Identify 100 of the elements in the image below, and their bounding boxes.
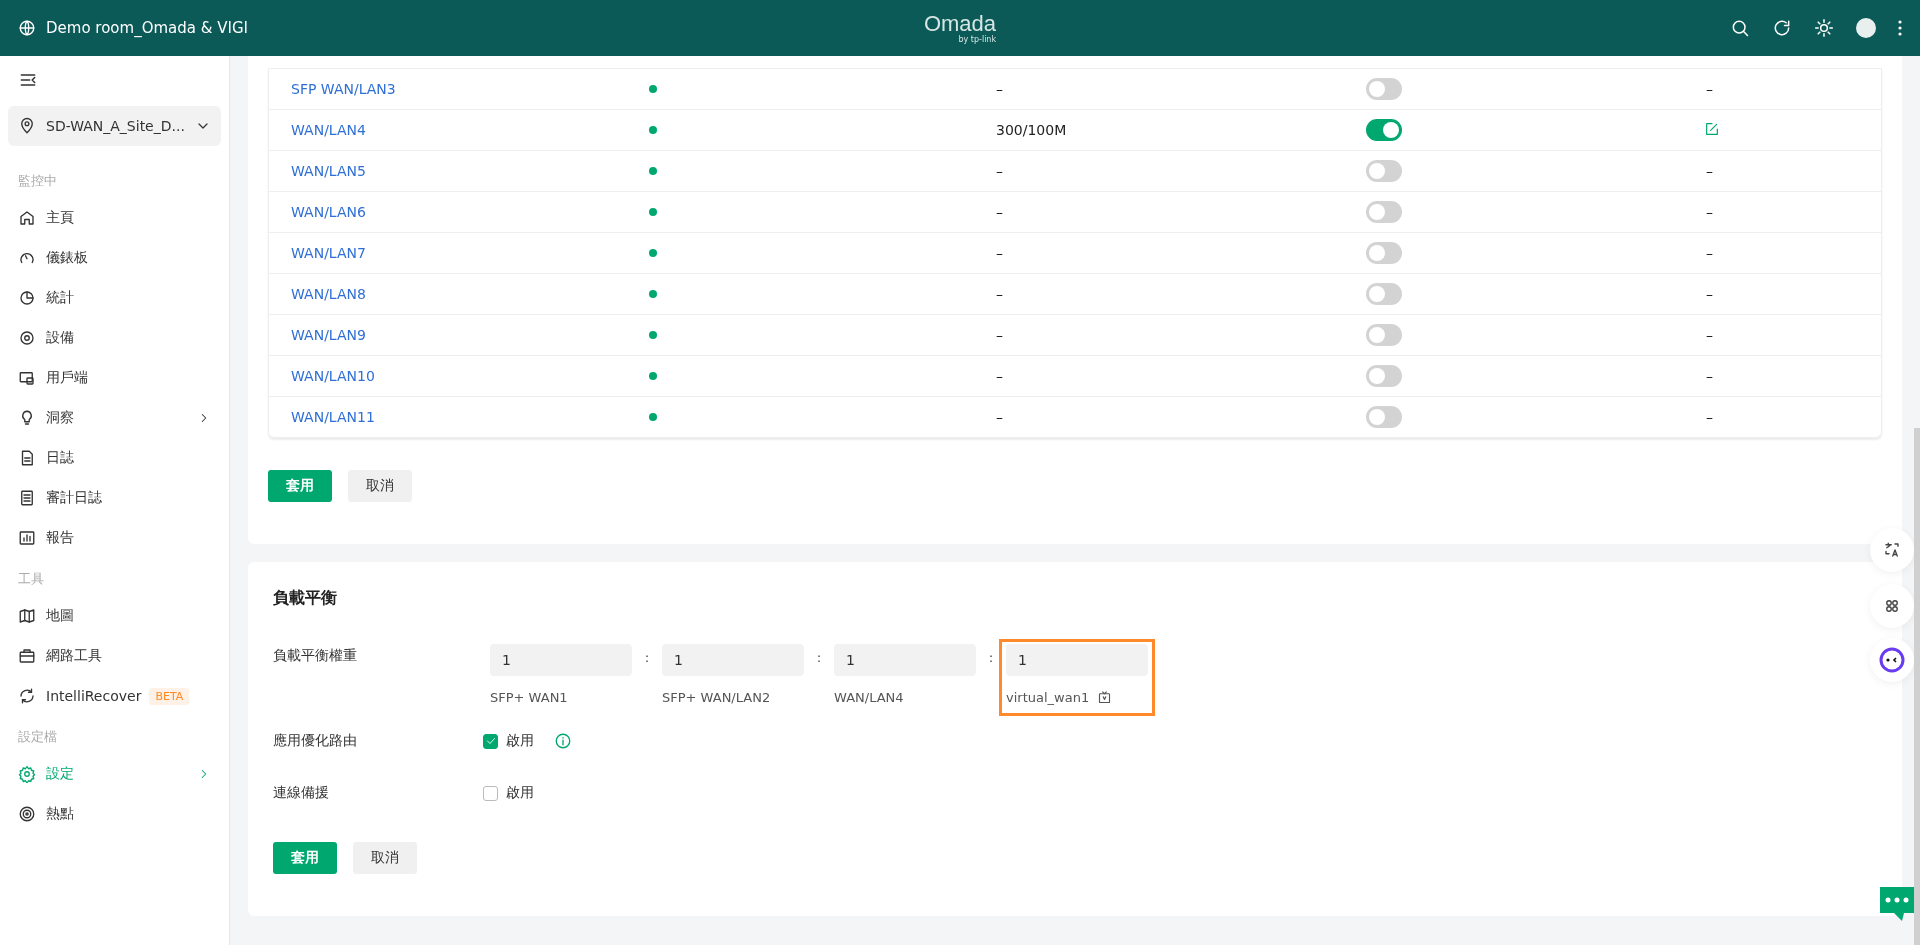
- nav-item[interactable]: 報告: [8, 518, 221, 558]
- toggle-switch[interactable]: [1366, 406, 1402, 428]
- nav-item[interactable]: 儀錶板: [8, 238, 221, 278]
- nav-label: 統計: [46, 289, 74, 307]
- translate-icon: [1883, 541, 1901, 559]
- nav-label: 主頁: [46, 209, 74, 227]
- weight-input[interactable]: 1: [834, 644, 976, 676]
- nav-item[interactable]: 地圖: [8, 596, 221, 636]
- ratio-separator: :: [815, 650, 822, 665]
- nav-item[interactable]: 洞察: [8, 398, 221, 438]
- port-link[interactable]: WAN/LAN10: [291, 368, 641, 384]
- wan-name: SFP+ WAN1: [490, 690, 568, 705]
- bandwidth-cell-text: –: [996, 327, 1004, 343]
- info-icon[interactable]: [554, 732, 572, 750]
- avatar-icon[interactable]: [1856, 18, 1876, 38]
- chat-icon[interactable]: [1878, 885, 1916, 923]
- toggle-switch[interactable]: [1366, 365, 1402, 387]
- site-selector[interactable]: SD-WAN_A_Site_D...: [8, 106, 221, 146]
- map-icon: [18, 607, 36, 625]
- nav-item[interactable]: 日誌: [8, 438, 221, 478]
- port-link[interactable]: WAN/LAN7: [291, 245, 641, 261]
- action-cell: –: [1706, 163, 1713, 179]
- field-label: 負載平衡權重: [273, 646, 358, 665]
- toggle-switch[interactable]: [1366, 324, 1402, 346]
- nav-label: 網路工具: [46, 647, 102, 665]
- hotspot-icon: [18, 805, 36, 823]
- nav-item[interactable]: 統計: [8, 278, 221, 318]
- nav-item[interactable]: 審計日誌: [8, 478, 221, 518]
- checkbox[interactable]: [483, 733, 498, 749]
- home-icon: [18, 209, 36, 227]
- nav-item[interactable]: 用戶端: [8, 358, 221, 398]
- nav-label: 地圖: [46, 607, 74, 625]
- bandwidth-cell-text: –: [996, 368, 1004, 384]
- port-link[interactable]: SFP WAN/LAN3: [291, 81, 641, 97]
- nav-label: 設備: [46, 329, 74, 347]
- nav-label: 用戶端: [46, 369, 88, 387]
- cancel-button[interactable]: 取消: [353, 842, 417, 874]
- sun-icon[interactable]: [1814, 18, 1834, 38]
- wan-name: virtual_wan1: [1006, 690, 1090, 705]
- more-icon[interactable]: [1898, 20, 1902, 36]
- site-title: Demo room_Omada & VIGI: [46, 19, 248, 37]
- section-heading: 監控中: [17, 172, 58, 190]
- action-cell: –: [1706, 368, 1713, 384]
- section-heading: 工具: [17, 570, 45, 588]
- edit-icon[interactable]: [1704, 120, 1720, 137]
- checkbox[interactable]: [483, 785, 498, 801]
- weight-input[interactable]: 1: [662, 644, 804, 676]
- refresh-icon[interactable]: [1772, 18, 1792, 38]
- action-cell: –: [1706, 286, 1713, 302]
- refresh-icon: [18, 687, 36, 705]
- port-link[interactable]: WAN/LAN6: [291, 204, 641, 220]
- toggle-switch[interactable]: [1366, 119, 1402, 141]
- port-link[interactable]: WAN/LAN11: [291, 409, 641, 425]
- toggle-switch[interactable]: [1366, 201, 1402, 223]
- action-cell: –: [1706, 204, 1713, 220]
- nav-label: 報告: [46, 529, 74, 547]
- port-link[interactable]: WAN/LAN5: [291, 163, 641, 179]
- port-link[interactable]: WAN/LAN4: [291, 122, 641, 138]
- settings-icon: [18, 765, 36, 783]
- apps-icon: [1883, 597, 1901, 615]
- section-heading: 設定檔: [17, 728, 58, 746]
- nav-item[interactable]: 主頁: [8, 198, 221, 238]
- port-link[interactable]: WAN/LAN9: [291, 327, 641, 343]
- field-label: 應用優化路由: [273, 732, 358, 750]
- weight-input[interactable]: 1: [490, 644, 632, 676]
- port-link[interactable]: WAN/LAN8: [291, 286, 641, 302]
- bandwidth-cell-text: –: [996, 204, 1004, 220]
- action-cell: –: [1706, 81, 1713, 97]
- devices-icon: [18, 369, 36, 387]
- cancel-button[interactable]: 取消: [348, 470, 412, 502]
- nav-item[interactable]: 設備: [8, 318, 221, 358]
- nav-label: 儀錶板: [46, 249, 88, 267]
- nav-item[interactable]: 熱點: [8, 794, 221, 834]
- location-pin-icon: [18, 117, 36, 135]
- bandwidth-cell-text: 300/100M: [996, 122, 1068, 138]
- action-cell: –: [1706, 245, 1713, 261]
- globe-icon: [18, 19, 36, 37]
- checkmark-icon: [484, 735, 497, 747]
- nav-item[interactable]: 網路工具: [8, 636, 221, 676]
- target-icon: [18, 329, 36, 347]
- field-label: 連線備援: [273, 784, 330, 802]
- action-cell: –: [1706, 409, 1713, 425]
- translate-button[interactable]: [1870, 528, 1914, 572]
- checkbox-label: 啟用: [506, 732, 534, 750]
- wan-name: SFP+ WAN/LAN2: [662, 690, 771, 705]
- weight-input[interactable]: 1: [1006, 644, 1148, 676]
- toggle-switch[interactable]: [1366, 283, 1402, 305]
- search-icon[interactable]: [1730, 18, 1750, 38]
- nav-label: 熱點: [46, 805, 74, 823]
- nav-label: IntelliRecover: [46, 688, 142, 704]
- bar-chart-icon: [18, 529, 36, 547]
- nav-item[interactable]: IntelliRecover BETA: [8, 676, 221, 716]
- ratio-separator: :: [987, 650, 994, 665]
- toggle-switch[interactable]: [1366, 242, 1402, 264]
- section-title: 負載平衡: [273, 588, 338, 609]
- toggle-switch[interactable]: [1366, 78, 1402, 100]
- nav-label: 審計日誌: [46, 489, 102, 507]
- bandwidth-cell-text: –: [996, 245, 1004, 261]
- toggle-switch[interactable]: [1366, 160, 1402, 182]
- bandwidth-cell-text: –: [996, 81, 1004, 97]
